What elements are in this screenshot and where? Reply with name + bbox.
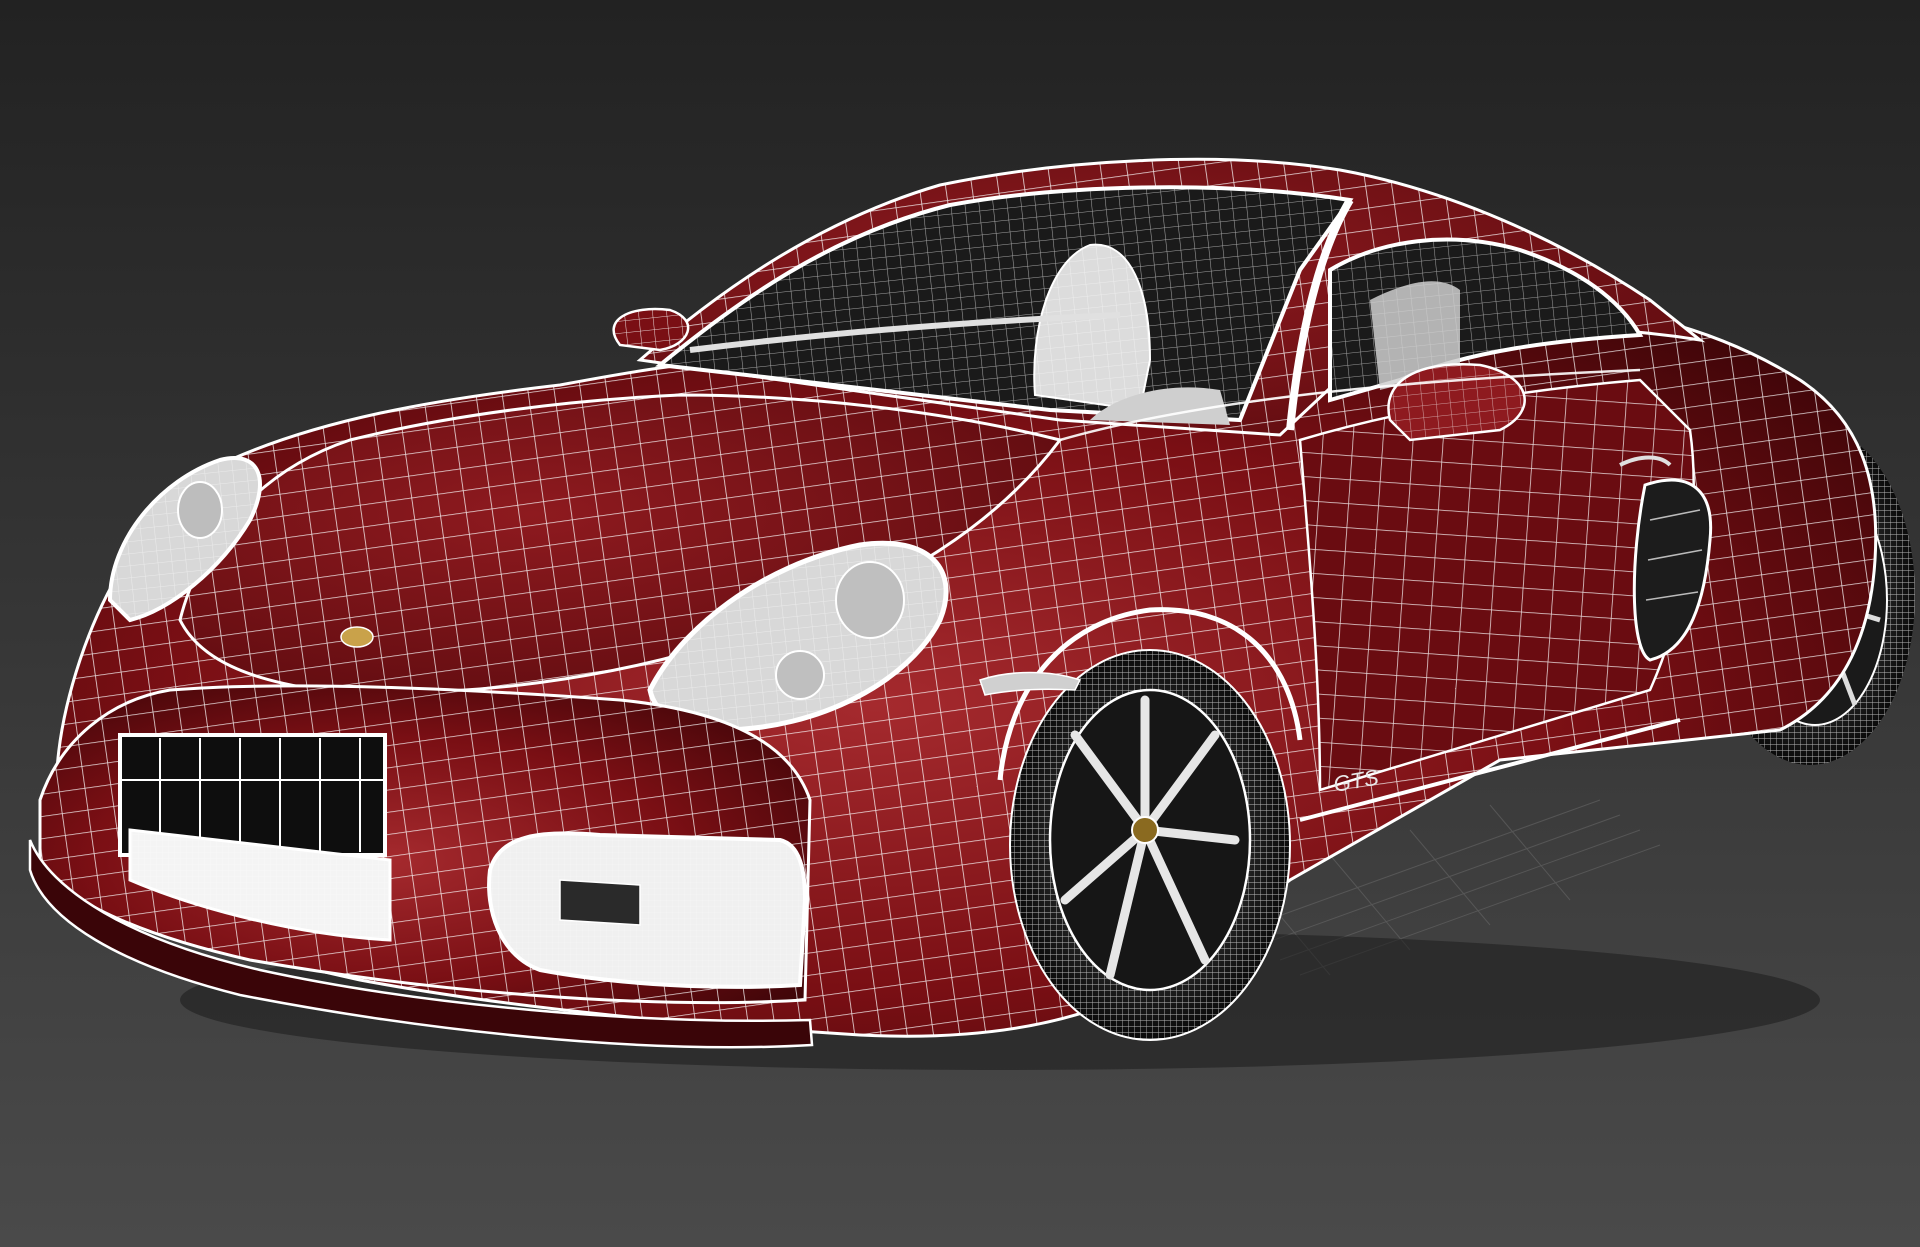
- right-air-intake: [487, 831, 808, 989]
- hood-emblem: [340, 626, 374, 648]
- viewport-canvas[interactable]: GTS: [0, 0, 1920, 1247]
- right-mirror: [1387, 363, 1526, 442]
- front-wheel[interactable]: [1009, 649, 1291, 1041]
- 3d-viewport[interactable]: GTS: [0, 0, 1920, 1247]
- left-mirror: [612, 307, 690, 352]
